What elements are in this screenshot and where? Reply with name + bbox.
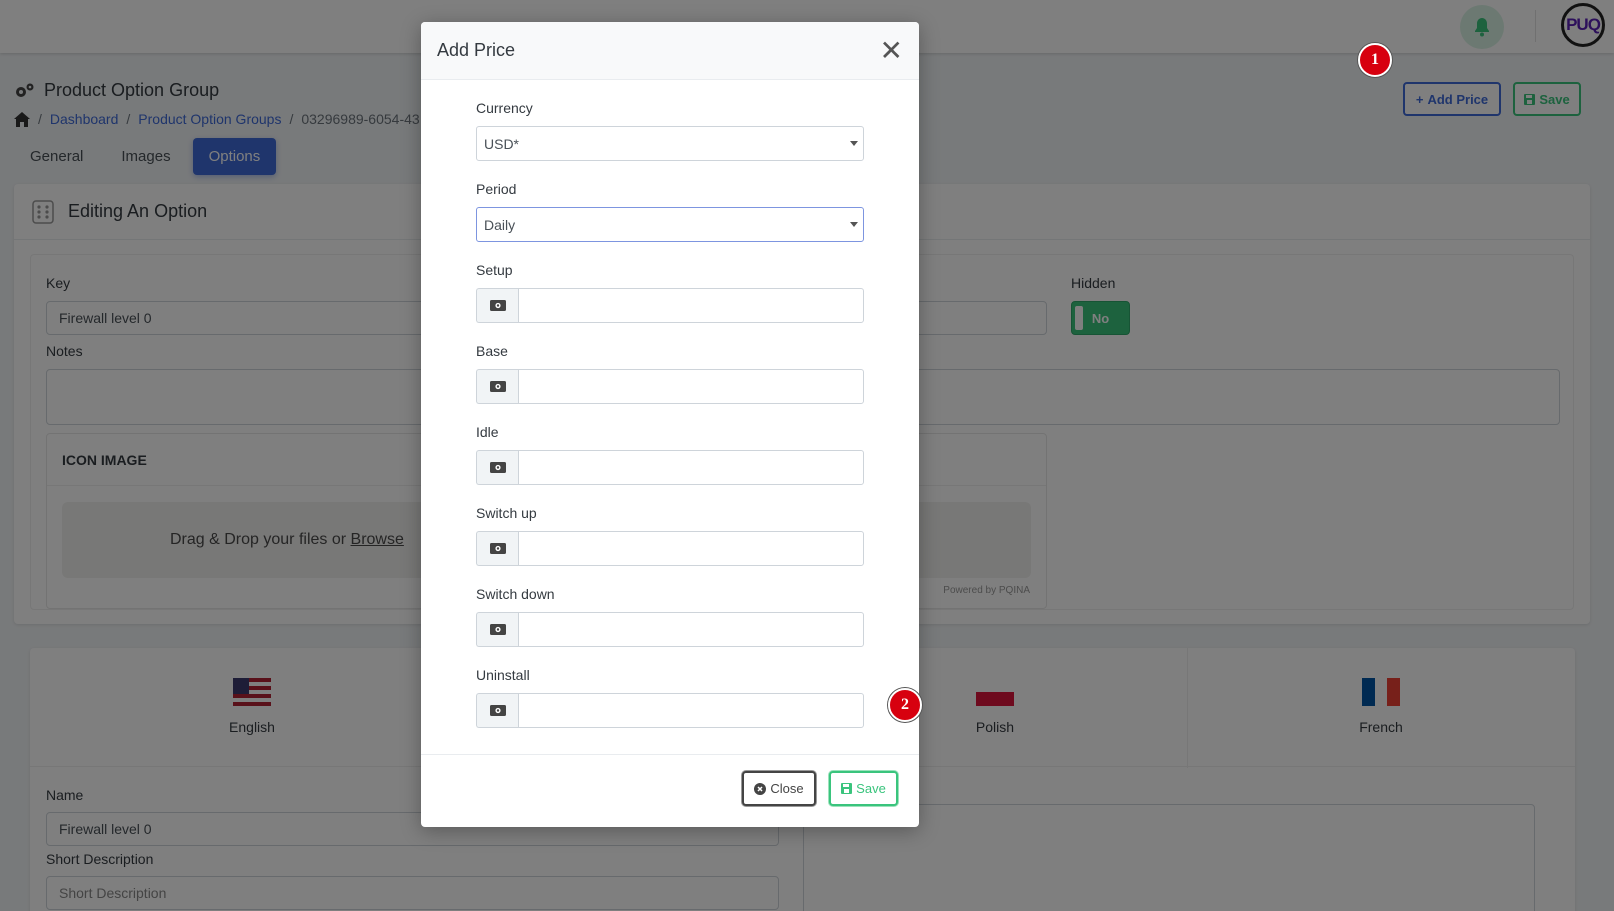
uninstall-price-input[interactable] xyxy=(518,693,864,728)
caret-down-icon xyxy=(850,141,858,146)
period-select[interactable]: Daily xyxy=(476,207,864,242)
switch-up-price-input[interactable] xyxy=(518,531,864,566)
base-price-input[interactable] xyxy=(518,369,864,404)
currency-select[interactable]: USD* xyxy=(476,126,864,161)
modal-title: Add Price xyxy=(437,40,516,60)
modal-footer: Close Save xyxy=(421,754,919,827)
uninstall-price-group xyxy=(476,693,864,728)
switch-down-price-input[interactable] xyxy=(518,612,864,647)
money-bill-icon xyxy=(476,531,518,566)
close-icon[interactable]: ✕ xyxy=(880,36,903,65)
money-bill-icon xyxy=(476,369,518,404)
base-price-group xyxy=(476,369,864,404)
modal-save-button[interactable]: Save xyxy=(829,771,898,806)
idle-price-input[interactable] xyxy=(518,450,864,485)
switch-down-label: Switch down xyxy=(476,586,555,602)
caret-down-icon xyxy=(850,222,858,227)
money-bill-icon xyxy=(476,288,518,323)
currency-label: Currency xyxy=(476,100,533,116)
setup-price-group xyxy=(476,288,864,323)
uninstall-label: Uninstall xyxy=(476,667,530,683)
modal-body: Currency USD* Period Daily Setup Base Id… xyxy=(476,80,864,728)
idle-label: Idle xyxy=(476,424,499,440)
switch-up-label: Switch up xyxy=(476,505,537,521)
base-label: Base xyxy=(476,343,508,359)
floppy-icon xyxy=(841,783,853,794)
setup-price-input[interactable] xyxy=(518,288,864,323)
money-bill-icon xyxy=(476,450,518,485)
times-circle-icon xyxy=(754,782,767,795)
setup-label: Setup xyxy=(476,262,513,278)
switch-up-price-group xyxy=(476,531,864,566)
money-bill-icon xyxy=(476,693,518,728)
close-button[interactable]: Close xyxy=(742,771,816,806)
annotation-badge-2: 2 xyxy=(888,688,922,722)
period-label: Period xyxy=(476,181,517,197)
idle-price-group xyxy=(476,450,864,485)
money-bill-icon xyxy=(476,612,518,647)
add-price-modal: Add Price ✕ Currency USD* Period Daily S… xyxy=(421,22,919,827)
annotation-badge-1: 1 xyxy=(1358,43,1392,77)
switch-down-price-group xyxy=(476,612,864,647)
